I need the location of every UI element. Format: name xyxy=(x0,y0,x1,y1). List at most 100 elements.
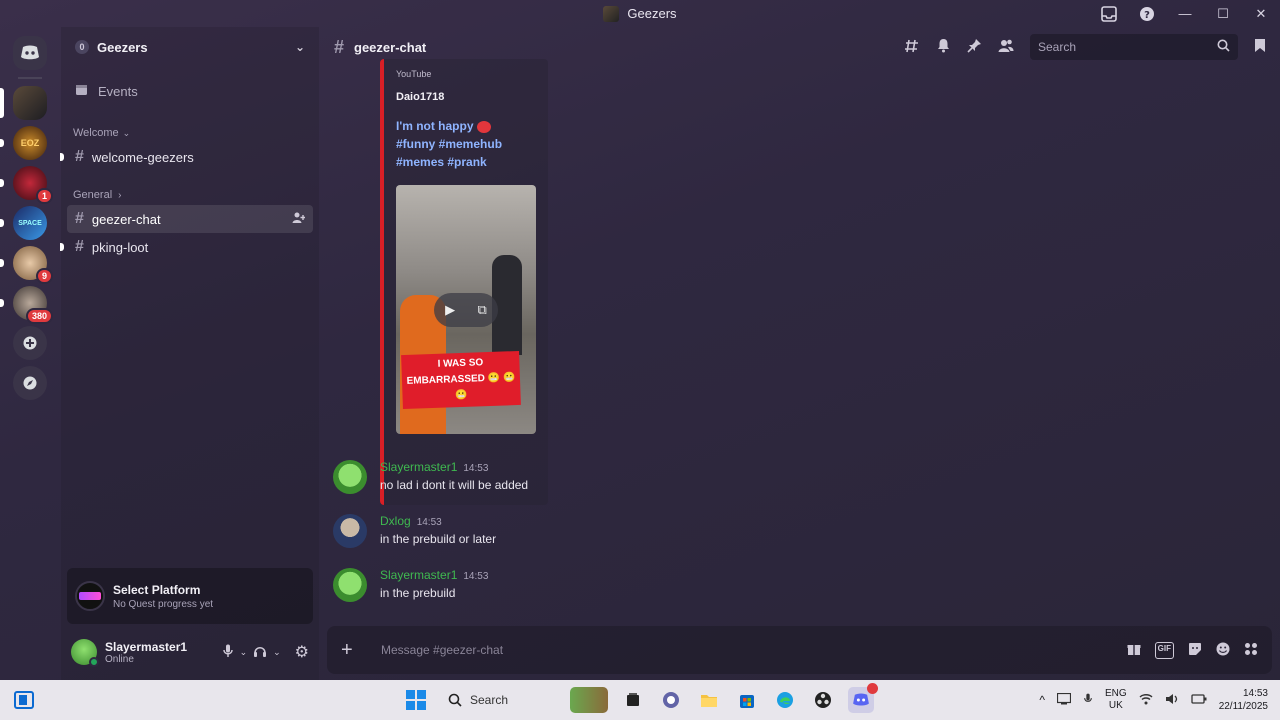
channel-geezer-chat[interactable]: # geezer-chat xyxy=(67,205,313,233)
chevron-down-icon[interactable]: ⌄ xyxy=(273,647,281,658)
message-timestamp: 14:53 xyxy=(463,463,489,474)
discord-taskbar-icon[interactable] xyxy=(848,683,878,713)
active-server-indicator xyxy=(0,88,4,118)
server-header[interactable]: 0 Geezers ⌄ xyxy=(61,27,319,67)
server-red[interactable]: 1 xyxy=(0,166,53,204)
embed-author[interactable]: Daio1718 xyxy=(396,91,536,103)
taskbar-search[interactable]: Search xyxy=(438,685,558,715)
user-info[interactable]: Slayermaster1 Online xyxy=(105,640,187,665)
message-item: Slayermaster1 14:53 in the prebuild xyxy=(333,568,488,602)
embed-title-line: I'm not happy xyxy=(396,119,474,133)
message-author[interactable]: Slayermaster1 xyxy=(380,460,457,474)
channel-pking-loot[interactable]: # pking-loot xyxy=(60,233,313,261)
edge-browser-icon[interactable] xyxy=(772,687,798,713)
invite-member-icon[interactable] xyxy=(292,211,306,227)
inbox-icon[interactable] xyxy=(1100,5,1118,23)
help-icon[interactable]: ? xyxy=(1138,5,1156,23)
open-external-icon[interactable]: ⧉ xyxy=(478,302,487,318)
server-eoz[interactable]: EOZ xyxy=(0,126,47,160)
search-input[interactable]: Search xyxy=(1030,34,1238,60)
teams-chat-icon[interactable] xyxy=(658,687,684,713)
rail-separator xyxy=(18,77,42,79)
unread-indicator xyxy=(0,179,4,187)
clock-date: 22/11/2025 xyxy=(1218,701,1268,712)
tray-app-icon[interactable] xyxy=(1056,692,1072,708)
apps-icon[interactable] xyxy=(1244,642,1258,659)
inbox-icon[interactable] xyxy=(1254,38,1266,56)
discover-button[interactable] xyxy=(13,366,47,400)
gift-icon[interactable] xyxy=(1127,642,1141,659)
server-cartoon[interactable]: 9 xyxy=(0,246,53,284)
server-geezers[interactable] xyxy=(0,86,47,120)
category-welcome[interactable]: Welcome ⌄ xyxy=(61,123,319,143)
microsoft-store-icon[interactable] xyxy=(734,687,760,713)
play-button[interactable]: ▶ ⧉ xyxy=(434,293,498,327)
landscape-widget-icon[interactable] xyxy=(570,687,608,713)
hash-icon: # xyxy=(334,36,345,57)
avatar[interactable] xyxy=(333,514,367,548)
volume-icon[interactable] xyxy=(1165,693,1179,708)
add-attachment-button[interactable]: + xyxy=(341,639,357,662)
hash-icon: # xyxy=(75,210,84,227)
close-button[interactable]: ✕ xyxy=(1242,0,1280,27)
avatar[interactable] xyxy=(333,460,367,494)
gif-button[interactable]: GIF xyxy=(1154,641,1174,659)
video-thumbnail[interactable]: ▶ ⧉ I WAS SO EMBARRASSED 😬 😬 😬 xyxy=(396,185,536,434)
search-icon xyxy=(1217,39,1230,55)
search-icon xyxy=(448,693,462,707)
battery-icon[interactable] xyxy=(1191,693,1207,708)
message-author[interactable]: Dxlog xyxy=(380,514,411,528)
channel-welcome-geezers[interactable]: # welcome-geezers xyxy=(60,143,313,171)
avatar[interactable] xyxy=(71,639,99,667)
microphone-icon[interactable] xyxy=(1083,692,1093,709)
category-general[interactable]: General › xyxy=(61,185,319,205)
sticker-icon[interactable] xyxy=(1188,642,1202,659)
server-icon xyxy=(603,5,620,22)
server-face[interactable]: 380 xyxy=(0,286,53,324)
avatar[interactable] xyxy=(333,568,367,602)
svg-text:?: ? xyxy=(1144,10,1150,21)
bell-icon[interactable] xyxy=(936,38,951,56)
server-label: EOZ xyxy=(20,138,40,148)
member-list-icon[interactable] xyxy=(998,38,1014,56)
embed-provider: YouTube xyxy=(396,69,432,79)
windows-start-button[interactable] xyxy=(406,690,426,710)
message-composer: + GIF xyxy=(327,626,1272,674)
message-author[interactable]: Slayermaster1 xyxy=(380,568,457,582)
unread-indicator xyxy=(0,139,4,147)
message-item: Dxlog 14:53 in the prebuild or later xyxy=(333,514,496,548)
wifi-icon[interactable] xyxy=(1139,693,1153,708)
obs-icon[interactable] xyxy=(810,687,836,713)
server-space[interactable]: SPACE xyxy=(0,206,47,240)
file-explorer-icon[interactable] xyxy=(696,687,722,713)
add-server-button[interactable] xyxy=(13,326,47,360)
title-bar: Geezers ? — ☐ ✕ xyxy=(0,0,1280,27)
widgets-icon[interactable] xyxy=(14,691,34,709)
clock[interactable]: 14:53 22/11/2025 xyxy=(1219,687,1268,713)
calendar-icon xyxy=(75,83,88,99)
pin-icon[interactable] xyxy=(967,38,982,56)
clock-time: 14:53 xyxy=(1242,688,1268,699)
input-language[interactable]: ENG UK xyxy=(1105,688,1127,712)
chevron-down-icon[interactable]: ⌄ xyxy=(240,647,248,658)
channel-name: welcome-geezers xyxy=(91,149,194,165)
embed-title[interactable]: I'm not happy #funny #memehub #memes #pr… xyxy=(396,117,536,171)
microphone-icon[interactable] xyxy=(222,644,234,661)
embed-title-line: #funny #memehub xyxy=(396,137,503,151)
discord-home-button[interactable] xyxy=(13,36,47,70)
headphones-icon[interactable] xyxy=(253,644,267,661)
events-item[interactable]: Events xyxy=(61,67,319,115)
minimize-button[interactable]: — xyxy=(1166,0,1204,27)
maximize-button[interactable]: ☐ xyxy=(1204,0,1242,27)
chevron-up-icon[interactable]: ^ xyxy=(1039,693,1045,707)
message-input[interactable] xyxy=(381,643,1127,657)
message-text: in the prebuild xyxy=(380,586,456,600)
quest-panel[interactable]: Select Platform No Quest progress yet xyxy=(67,568,313,624)
notification-dot xyxy=(867,683,878,694)
threads-icon[interactable] xyxy=(904,38,920,57)
embed-title-line: #memes #prank xyxy=(396,155,487,169)
gear-icon[interactable]: ⚙ xyxy=(295,642,309,662)
online-status-icon xyxy=(89,657,99,667)
task-view-icon[interactable] xyxy=(620,687,646,713)
emoji-icon[interactable] xyxy=(1216,642,1230,659)
